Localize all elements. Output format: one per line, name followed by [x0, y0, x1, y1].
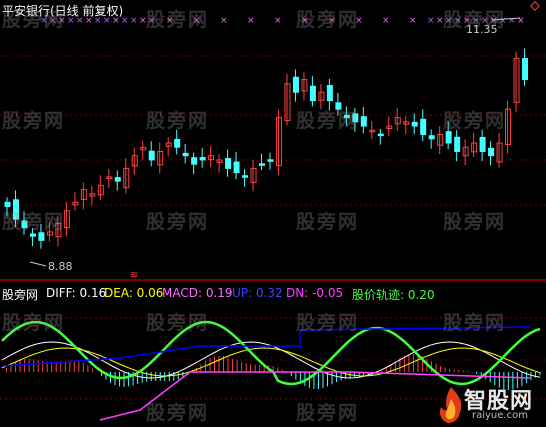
- signal-marker: ×: [274, 16, 282, 26]
- candle-down: [29, 233, 36, 237]
- bottom-marker: ≋: [130, 270, 138, 281]
- signal-marker: ×: [508, 16, 516, 26]
- signal-marker: ×: [382, 16, 390, 26]
- candle-down: [428, 135, 435, 140]
- signal-marker: ×: [445, 16, 453, 26]
- indicator-name: 股旁网: [2, 288, 39, 302]
- candle-down: [292, 76, 299, 93]
- candle-down: [420, 118, 427, 136]
- candle-down: [445, 131, 452, 144]
- flame-icon: [439, 387, 462, 423]
- candle-down: [352, 113, 359, 123]
- candle-down: [377, 133, 384, 137]
- site-logo: 智股网 raiyue.com: [434, 381, 546, 427]
- candle-down: [343, 114, 350, 119]
- candle-down: [199, 156, 206, 161]
- signal-marker: ×: [148, 16, 156, 26]
- up-label: UP: 0.32: [232, 286, 283, 300]
- candle-down: [479, 136, 486, 152]
- low-pointer: [29, 261, 47, 267]
- signal-marker: ×: [193, 16, 201, 26]
- signal-marker: ×: [139, 16, 147, 26]
- signal-marker: ×: [130, 16, 138, 26]
- signal-marker: ×: [355, 16, 363, 26]
- dea-label: DEA: 0.06: [104, 286, 164, 300]
- track-line: [1, 320, 541, 386]
- candle-down: [488, 147, 495, 157]
- candle-down: [114, 177, 121, 182]
- candle-down: [335, 102, 342, 110]
- candle-down: [21, 220, 28, 229]
- candle-down: [182, 152, 189, 157]
- chart-canvas: × × × × × × × × × × × × × × × × × × × × × × × × × × × × × × × × × ×≋: [0, 1, 546, 421]
- signal-marker: ×: [454, 16, 462, 26]
- candle-down: [326, 85, 333, 102]
- candle-down: [174, 138, 181, 148]
- candle-down: [411, 121, 418, 127]
- signal-marker: ×: [517, 16, 525, 26]
- candle-down: [360, 116, 367, 127]
- logo-url: raiyue.com: [472, 410, 528, 421]
- chart-title: 平安银行(日线 前复权): [2, 4, 124, 18]
- candle-down: [267, 159, 274, 162]
- candle-down: [309, 85, 316, 102]
- candle-down: [259, 163, 266, 166]
- candle-down: [225, 157, 232, 169]
- signal-marker: ×: [409, 16, 417, 26]
- signal-marker: ×: [328, 16, 336, 26]
- high-price-label: 11.35: [466, 23, 498, 36]
- low-price-label: 8.88: [48, 260, 73, 273]
- signal-marker: ×: [166, 16, 174, 26]
- candle-down: [148, 150, 155, 161]
- candle-down: [4, 201, 11, 207]
- diamond-marker: [530, 1, 540, 11]
- candle-down: [233, 161, 240, 174]
- track-label: 股价轨迹: 0.20: [352, 288, 435, 302]
- candle-down: [38, 232, 45, 241]
- signal-marker: ×: [220, 16, 228, 26]
- signal-marker: ×: [427, 16, 435, 26]
- macd-label: MACD: 0.19: [162, 286, 233, 300]
- diff-label: DIFF: 0.16: [46, 286, 107, 300]
- signal-marker: ×: [247, 16, 255, 26]
- dn-label: DN: -0.05: [286, 286, 344, 300]
- candle-up: [123, 167, 130, 189]
- candle-down: [242, 175, 249, 178]
- candle-down: [454, 136, 461, 152]
- candle-down: [12, 199, 19, 220]
- signal-marker: ×: [301, 16, 309, 26]
- signal-marker: ×: [499, 16, 507, 26]
- signal-marker: ×: [436, 16, 444, 26]
- candle-down: [522, 58, 529, 81]
- candle-down: [191, 157, 198, 165]
